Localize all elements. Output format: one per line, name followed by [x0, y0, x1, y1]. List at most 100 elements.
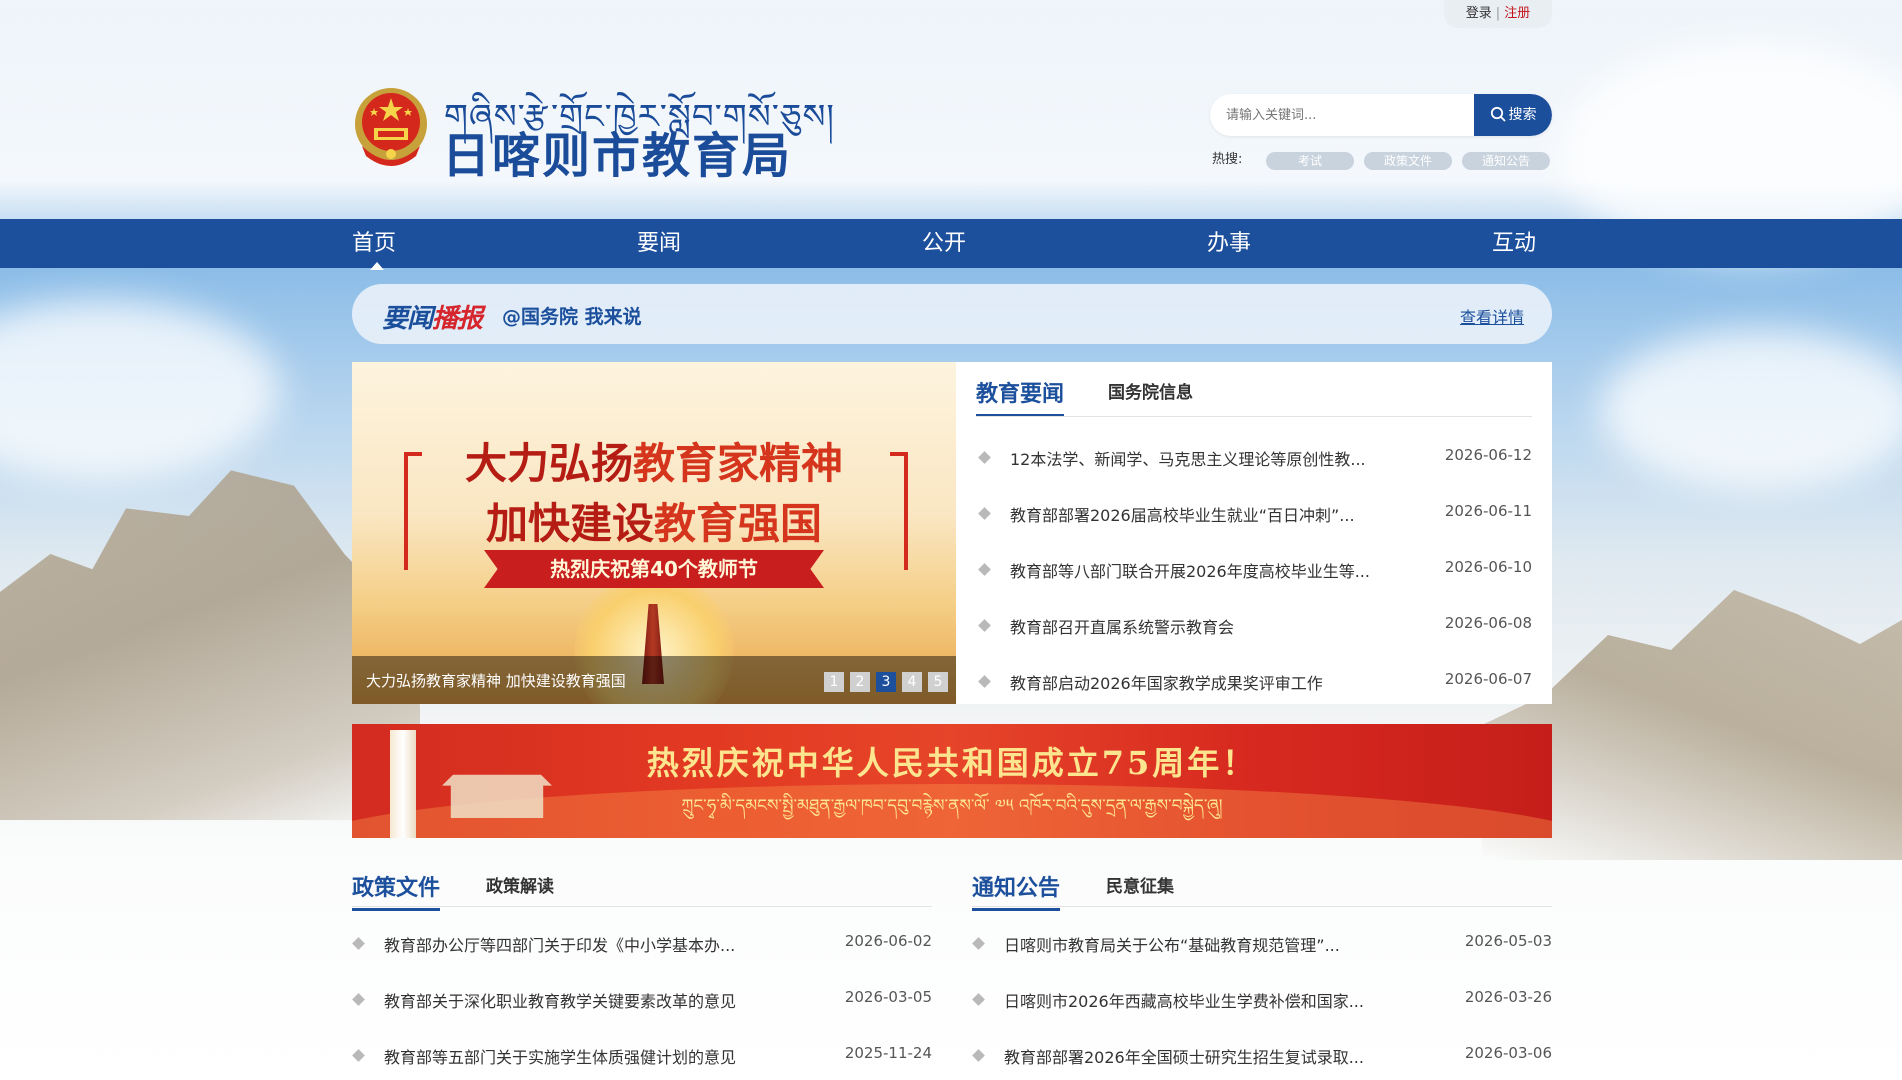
hot-search-label: 热搜: — [1212, 152, 1243, 167]
news-title: 教育部启动2026年国家教学成果奖评审工作 — [1010, 674, 1323, 693]
tab-divider — [972, 906, 1552, 907]
news-date: 2026-06-11 — [1444, 502, 1532, 520]
notice-date: 2026-03-26 — [1464, 988, 1552, 1006]
search-button-label: 搜索 — [1508, 107, 1537, 123]
news-ticker: 要闻播报 @国务院 我来说 查看详情 — [352, 284, 1552, 344]
login-separator: | — [1495, 6, 1501, 21]
login-link[interactable]: 登录 — [1466, 6, 1492, 21]
bullet-diamond-icon — [972, 937, 985, 950]
bullet-diamond-icon — [972, 1049, 985, 1062]
news-item[interactable]: 教育部部署2026届高校毕业生就业“百日冲刺”... 2026-06-11 — [976, 502, 1532, 526]
news-item[interactable]: 教育部启动2026年国家教学成果奖评审工作 2026-06-07 — [976, 670, 1532, 694]
tab-public-opinion[interactable]: 民意征集 — [1106, 872, 1174, 897]
background-cloud — [0, 300, 280, 480]
news-tabs: 教育要闻 国务院信息 — [956, 362, 1552, 418]
notice-date: 2026-03-06 — [1464, 1044, 1552, 1062]
slide-caption-bar: 大力弘扬教育家精神 加快建设教育强国 12345 — [352, 656, 956, 704]
news-title: 12本法学、新闻学、马克思主义理论等原创性教... — [1010, 450, 1366, 469]
slider-page-5[interactable]: 5 — [928, 672, 948, 692]
tab-notices[interactable]: 通知公告 — [972, 870, 1061, 911]
slide-headline-2: 加快建设教育强国 — [352, 490, 956, 551]
news-item[interactable]: 教育部召开直属系统警示教育会 2026-06-08 — [976, 614, 1532, 638]
policy-date: 2026-03-05 — [844, 988, 932, 1006]
bullet-diamond-icon — [978, 619, 991, 632]
news-date: 2026-06-08 — [1444, 614, 1532, 632]
policy-title: 教育部关于深化职业教育教学关键要素改革的意见 — [384, 992, 737, 1011]
news-title: 教育部部署2026届高校毕业生就业“百日冲刺”... — [1010, 506, 1355, 525]
ticker-logo-part2: 播报 — [432, 304, 483, 334]
policy-title: 教育部等五部门关于实施学生体质强健计划的意见 — [384, 1048, 737, 1067]
register-link[interactable]: 注册 — [1504, 6, 1530, 21]
notice-section: 通知公告 民意征集 日喀则市教育局关于公布“基础教育规范管理”... 2026-… — [972, 862, 1552, 1080]
policy-item[interactable]: 教育部等五部门关于实施学生体质强健计划的意见 2025-11-24 — [352, 1044, 932, 1068]
search-box: 搜索 — [1210, 94, 1552, 136]
news-item[interactable]: 12本法学、新闻学、马克思主义理论等原创性教... 2026-06-12 — [976, 446, 1532, 470]
nav-item-news[interactable]: 要闻 — [637, 219, 681, 268]
slide-headline-1a: 大力弘扬 — [464, 439, 633, 488]
ticker-text[interactable]: @国务院 我来说 — [502, 302, 642, 329]
tab-policy-interpretation[interactable]: 政策解读 — [486, 872, 554, 897]
education-news-panel: 教育要闻 国务院信息 12本法学、新闻学、马克思主义理论等原创性教... 202… — [956, 362, 1552, 704]
nav-item-public[interactable]: 公开 — [922, 219, 966, 268]
tab-policy-documents[interactable]: 政策文件 — [352, 870, 441, 911]
notice-item[interactable]: 日喀则市教育局关于公布“基础教育规范管理”... 2026-05-03 — [972, 932, 1552, 956]
background-cloud — [1600, 330, 1902, 490]
nav-item-interaction[interactable]: 互动 — [1492, 219, 1536, 268]
bullet-diamond-icon — [978, 675, 991, 688]
slider-pagination: 12345 — [818, 671, 948, 692]
national-emblem-icon — [352, 84, 430, 170]
news-date: 2026-06-12 — [1444, 446, 1532, 464]
nav-item-home[interactable]: 首页 — [352, 219, 396, 270]
ticker-more-link[interactable]: 查看详情 — [1460, 304, 1524, 328]
notice-item[interactable]: 日喀则市2026年西藏高校毕业生学费补偿和国家... 2026-03-26 — [972, 988, 1552, 1012]
site-header: གཞིས་རྩེ་གྲོང་ཁྱེར་སློབ་གསོ་ཅུས། 日喀则市教育局… — [352, 74, 1552, 184]
national-day-banner[interactable]: 热烈庆祝中华人民共和国成立75周年！ ཀྲུང་ཧྭ་མི་དམངས་སྤྱི་… — [352, 724, 1552, 838]
slider-page-4[interactable]: 4 — [902, 672, 922, 692]
notice-title: 教育部部署2026年全国硕士研究生招生复试录取... — [1004, 1048, 1364, 1067]
main-navigation: 首页 要闻 公开 办事 互动 — [0, 219, 1902, 270]
slider-page-3[interactable]: 3 — [876, 672, 896, 692]
slide-headline-1b: 教育家精神 — [633, 439, 844, 488]
ticker-logo-part1: 要闻 — [382, 304, 433, 334]
bullet-diamond-icon — [352, 937, 365, 950]
search-icon — [1490, 106, 1506, 122]
notice-date: 2026-05-03 — [1464, 932, 1552, 950]
news-item[interactable]: 教育部等八部门联合开展2026年度高校毕业生等... 2026-06-10 — [976, 558, 1532, 582]
news-date: 2026-06-07 — [1444, 670, 1532, 688]
hot-tag[interactable]: 政策文件 — [1364, 152, 1452, 170]
hot-tag[interactable]: 通知公告 — [1462, 152, 1550, 170]
policy-item[interactable]: 教育部关于深化职业教育教学关键要素改革的意见 2026-03-05 — [352, 988, 932, 1012]
bullet-diamond-icon — [972, 993, 985, 1006]
policy-item[interactable]: 教育部办公厅等四部门关于印发《中小学基本办... 2026-06-02 — [352, 932, 932, 956]
slider-page-1[interactable]: 1 — [824, 672, 844, 692]
tab-divider — [352, 906, 932, 907]
bullet-diamond-icon — [352, 1049, 365, 1062]
policy-date: 2025-11-24 — [844, 1044, 932, 1062]
image-slider[interactable]: 大力弘扬教育家精神 加快建设教育强国 热烈庆祝第40个教师节 大力弘扬教育家精神… — [352, 362, 956, 704]
tab-education-news[interactable]: 教育要闻 — [976, 376, 1065, 417]
slide-ribbon: 热烈庆祝第40个教师节 — [484, 550, 824, 588]
ticker-logo: 要闻播报 — [382, 298, 483, 335]
bullet-diamond-icon — [978, 451, 991, 464]
slide-caption[interactable]: 大力弘扬教育家精神 加快建设教育强国 — [366, 670, 626, 691]
news-title: 教育部等八部门联合开展2026年度高校毕业生等... — [1010, 562, 1370, 581]
banner-title: 热烈庆祝中华人民共和国成立75周年！ — [646, 744, 1258, 782]
hot-tag[interactable]: 考试 — [1266, 152, 1354, 170]
bullet-diamond-icon — [978, 507, 991, 520]
policy-title: 教育部办公厅等四部门关于印发《中小学基本办... — [384, 936, 736, 955]
notice-title: 日喀则市教育局关于公布“基础教育规范管理”... — [1004, 936, 1340, 955]
news-date: 2026-06-10 — [1444, 558, 1532, 576]
site-title: 日喀则市教育局 — [442, 128, 793, 184]
policy-section: 政策文件 政策解读 教育部办公厅等四部门关于印发《中小学基本办... 2026-… — [352, 862, 932, 1080]
notice-item[interactable]: 教育部部署2026年全国硕士研究生招生复试录取... 2026-03-06 — [972, 1044, 1552, 1068]
tab-divider — [976, 416, 1532, 417]
slide-headline-1: 大力弘扬教育家精神 — [352, 430, 956, 491]
nav-item-services[interactable]: 办事 — [1207, 219, 1251, 268]
slide-headline-2a: 加快建设 — [485, 499, 654, 548]
policy-date: 2026-06-02 — [844, 932, 932, 950]
search-input[interactable] — [1210, 94, 1474, 136]
slider-page-2[interactable]: 2 — [850, 672, 870, 692]
search-button[interactable]: 搜索 — [1474, 94, 1552, 136]
tab-state-council-info[interactable]: 国务院信息 — [1108, 378, 1193, 403]
news-title: 教育部召开直属系统警示教育会 — [1010, 618, 1235, 637]
